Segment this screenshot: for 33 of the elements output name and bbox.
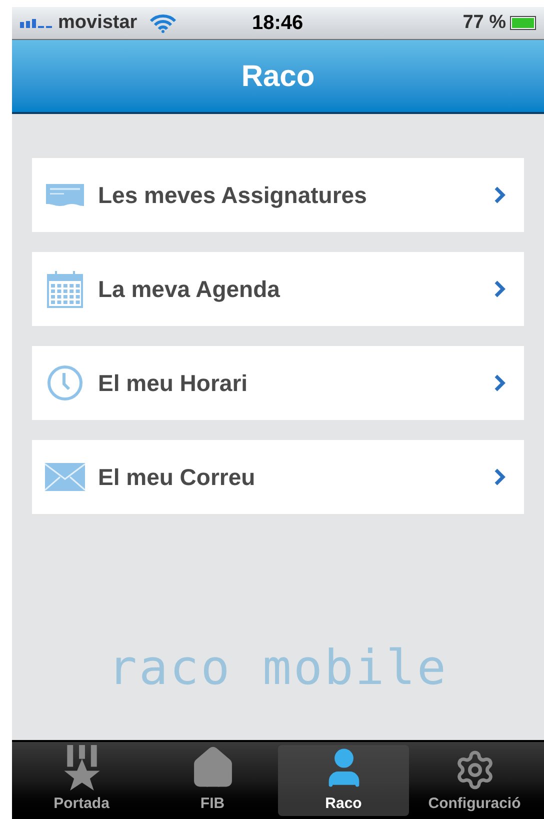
menu-label: Les meves Assignatures [98,180,367,210]
ticket-icon [45,182,85,208]
calendar-icon [47,270,83,308]
chevron-icon [494,468,506,486]
tab-label: FIB [200,794,225,814]
nav-title: Raco [241,58,315,94]
carrier-name: movistar [58,10,138,35]
chevron-icon [494,186,506,204]
app-logo: raco mobile [108,639,448,698]
battery-percent: 77 % [462,10,506,35]
clock-icon [47,365,83,401]
clock-time: 18:46 [252,11,304,36]
tab-item[interactable]: Configuració [409,745,540,816]
tab-item[interactable]: Portada [16,745,147,816]
medal-icon [62,745,100,790]
tab-label: Configuració [428,794,521,814]
menu-item[interactable]: Les meves Assignatures [32,158,524,232]
signal-icon [20,18,54,28]
envelope-icon [45,463,85,491]
battery-icon [510,16,536,30]
menu-item[interactable]: El meu Correu [32,440,524,514]
tab-label: Raco [325,794,362,814]
tab-item[interactable]: Raco [278,745,409,816]
chevron-icon [494,280,506,298]
tab-label: Portada [54,794,110,814]
menu-item[interactable]: El meu Horari [32,346,524,420]
menu-label: El meu Correu [98,462,256,492]
chevron-icon [494,374,506,392]
wifi-icon [149,13,178,33]
menu-item[interactable]: La meva Agenda [32,252,524,326]
menu-label: El meu Horari [98,368,248,398]
tab-item[interactable]: FIB [147,745,278,816]
menu-label: La meva Agenda [98,274,280,304]
